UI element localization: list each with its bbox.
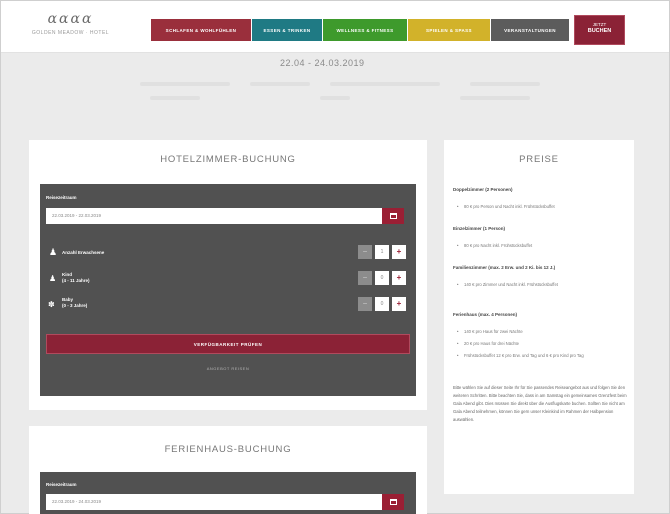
price-heading: Einzelzimmer (1 Person): [453, 226, 506, 231]
baby-plus-button[interactable]: +: [392, 297, 406, 311]
child-minus-button[interactable]: −: [358, 271, 372, 285]
date-input[interactable]: 22.03.2019 - 22.03.2019: [46, 208, 382, 224]
nav-spielen[interactable]: SPIELEN & SPASS: [408, 19, 490, 41]
date-label: Reisezeitraum: [46, 195, 77, 200]
calendar-icon: [389, 213, 397, 219]
baby-age-range: (0 - 3 Jahre): [62, 303, 88, 308]
hero-text-line: [460, 96, 530, 100]
price-heading: Ferienhaus (max. 4 Personen): [453, 312, 518, 317]
price-heading: Familienzimmer (max. 2 Erw. und 2 Ki. bi…: [453, 265, 556, 270]
logo-mark: ɑɑɑɑ: [47, 11, 94, 27]
price-item: 20 € pro Haus für drei Nächte: [457, 340, 624, 347]
adults-minus-button[interactable]: −: [358, 245, 372, 259]
price-item: 140 € pro Zimmer und Nacht inkl. Frühstü…: [457, 281, 584, 288]
hotel-booking-panel: Reisezeitraum 22.03.2019 - 22.03.2019 ♟ …: [40, 184, 416, 396]
price-item: 80 € pro Nacht inkl. Frühstücksbuffet: [457, 242, 624, 249]
book-now-button[interactable]: JETZT BUCHEN: [574, 15, 625, 45]
price-heading: Doppelzimmer (2 Personen): [453, 187, 513, 192]
adults-plus-button[interactable]: +: [392, 245, 406, 259]
nav-schlafen[interactable]: SCHLAFEN & WOHLFÜHLEN: [151, 19, 251, 41]
baby-value[interactable]: 0: [375, 297, 389, 311]
prices-card: PREISE Doppelzimmer (2 Personen) 80 € pr…: [444, 140, 634, 494]
adults-value[interactable]: 1: [375, 245, 389, 259]
date-range-title: 22.04 - 24.03.2019: [280, 58, 365, 68]
hero-text-line: [150, 96, 200, 100]
nav-veranstaltungen[interactable]: VERANSTALTUNGEN: [491, 19, 569, 41]
hero-text-line: [470, 82, 540, 86]
child-icon: ♟: [49, 274, 57, 283]
price-item: 80 € pro Person und Nacht inkl. Frühstüc…: [457, 203, 624, 210]
child-value[interactable]: 0: [375, 271, 389, 285]
house-booking-title: FERIENHAUS-BUCHUNG: [164, 444, 292, 455]
hotel-booking-title: HOTELZIMMER-BUCHUNG: [160, 154, 296, 165]
baby-minus-button[interactable]: −: [358, 297, 372, 311]
check-availability-button[interactable]: VERFÜGBARKEIT PRÜFEN: [46, 334, 410, 354]
guest-label-adults: Anzahl Erwachsene: [62, 250, 105, 255]
price-item: Frühstücksbuffet 12 € pro Erw. und Tag u…: [457, 352, 624, 359]
calendar-button[interactable]: [382, 208, 404, 224]
logo[interactable]: ɑɑɑɑ GOLDEN MEADOW · HOTEL: [13, 11, 128, 45]
nav-essen[interactable]: ESSEN & TRINKEN: [252, 19, 322, 41]
baby-icon: ✽: [48, 300, 55, 309]
guest-label-baby: Baby (0 - 3 Jahre): [62, 297, 87, 309]
site-header: ɑɑɑɑ GOLDEN MEADOW · HOTEL SCHLAFEN & WO…: [1, 1, 669, 53]
child-age-range: (4 - 11 Jahre): [62, 278, 90, 283]
prices-note: Bitte wählen Sie auf dieser Seite Ihr fü…: [453, 385, 627, 422]
baby-stepper: − 0 +: [358, 297, 406, 311]
guest-label-child: Kind (4 - 11 Jahre): [62, 272, 90, 284]
price-item: 140 € pro Haus für zwei Nächte: [457, 328, 624, 335]
adults-stepper: − 1 +: [358, 245, 406, 259]
adult-icon: ♟: [49, 247, 58, 257]
nav-wellness[interactable]: WELLNESS & FITNESS: [323, 19, 407, 41]
house-date-label: Reisezeitraum: [46, 482, 77, 487]
logo-text: GOLDEN MEADOW · HOTEL: [31, 30, 110, 36]
house-booking-card: FERIENHAUS-BUCHUNG Reisezeitraum 22.03.2…: [29, 426, 427, 514]
child-stepper: − 0 +: [358, 271, 406, 285]
book-line-2: BUCHEN: [587, 28, 612, 34]
prices-title: PREISE: [519, 154, 559, 165]
child-plus-button[interactable]: +: [392, 271, 406, 285]
house-booking-panel: Reisezeitraum 22.03.2019 - 24.03.2019: [40, 472, 416, 514]
hero-text-line: [320, 96, 350, 100]
hotel-booking-card: HOTELZIMMER-BUCHUNG Reisezeitraum 22.03.…: [29, 140, 427, 410]
hero-text-line: [330, 82, 440, 86]
house-calendar-button[interactable]: [382, 494, 404, 510]
hero-text-line: [140, 82, 230, 86]
house-date-input[interactable]: 22.03.2019 - 24.03.2019: [46, 494, 382, 510]
calendar-icon: [389, 499, 397, 505]
reset-offer-link[interactable]: ANGEBOT REISEN: [40, 366, 416, 371]
hero-text-line: [250, 82, 310, 86]
